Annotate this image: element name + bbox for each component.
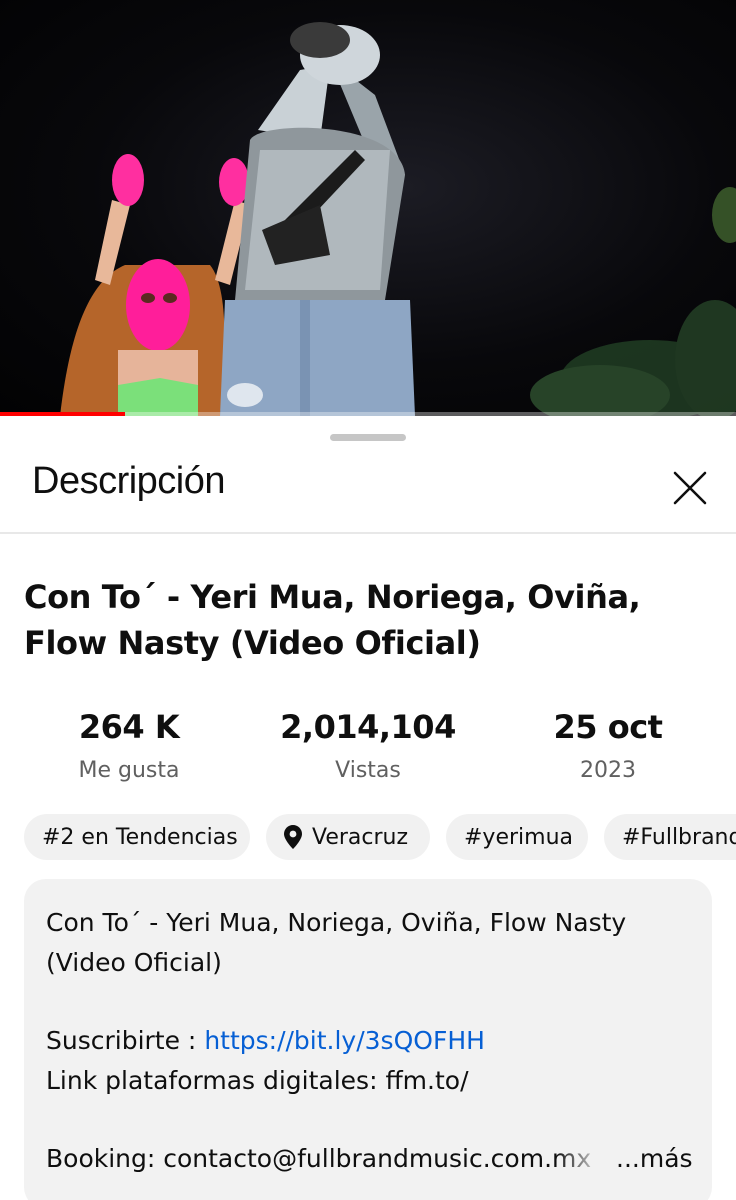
- subscribe-link[interactable]: https://bit.ly/3sQOFHH: [204, 1026, 485, 1055]
- sheet-drag-handle[interactable]: [330, 434, 406, 441]
- location-pin-icon: [284, 825, 302, 849]
- video-player[interactable]: [0, 0, 736, 416]
- video-progress-fill: [0, 412, 126, 416]
- chip-label: #Fullbrand: [622, 824, 736, 850]
- description-box[interactable]: Con To´ - Yeri Mua, Noriega, Oviña, Flow…: [24, 879, 712, 1200]
- description-line-2: (Video Oficial): [46, 948, 222, 977]
- likes-count: 264 K: [78, 708, 180, 746]
- subscribe-line: Suscribirte : https://bit.ly/3sQOFHH: [46, 1021, 690, 1061]
- chip-hashtag-yerimua[interactable]: #yerimua: [446, 814, 588, 860]
- views-count: 2,014,104: [280, 708, 456, 746]
- stat-likes: 264 K Me gusta: [19, 708, 239, 783]
- chip-label: #2 en Tendencias: [42, 824, 238, 850]
- chip-hashtag-fullbrand[interactable]: #Fullbrand: [604, 814, 736, 860]
- stats-row: 264 K Me gusta 2,014,104 Vistas 25 oct 2…: [0, 708, 736, 788]
- close-button[interactable]: [664, 462, 716, 514]
- dancer-right: [220, 22, 415, 416]
- chip-label: #yerimua: [464, 824, 574, 850]
- booking-text: Booking: contacto@fullbrandmusic.com.mx: [46, 1144, 592, 1173]
- sheet-divider: [0, 532, 736, 534]
- chip-label: Veracruz: [312, 824, 409, 850]
- upload-date: 25 oct: [553, 708, 663, 746]
- upload-year: 2023: [580, 758, 636, 783]
- dancer-left: [60, 154, 250, 416]
- description-line-1: Con To´ - Yeri Mua, Noriega, Oviña, Flow…: [46, 908, 627, 937]
- views-label: Vistas: [335, 758, 401, 783]
- platforms-line: Link plataformas digitales: ffm.to/: [46, 1066, 469, 1095]
- video-frame: [60, 22, 736, 416]
- description-sheet: Descripción Con To´ - Yeri Mua, Noriega,…: [0, 418, 736, 1200]
- likes-label: Me gusta: [78, 758, 180, 783]
- video-progress-bar[interactable]: [0, 412, 736, 416]
- more-button[interactable]: ...más: [608, 1139, 693, 1179]
- chip-trending[interactable]: #2 en Tendencias: [24, 814, 250, 860]
- text-fade: [556, 1139, 616, 1179]
- chip-location[interactable]: Veracruz: [266, 814, 430, 860]
- stat-date: 25 oct 2023: [498, 708, 718, 783]
- stat-views: 2,014,104 Vistas: [258, 708, 478, 783]
- close-icon: [673, 471, 707, 505]
- video-title: Con To´ - Yeri Mua, Noriega, Oviña, Flow…: [24, 578, 641, 662]
- sheet-title: Descripción: [32, 460, 226, 502]
- booking-line: Booking: contacto@fullbrandmusic.com.mx …: [46, 1139, 693, 1179]
- subscribe-label: Suscribirte :: [46, 1026, 205, 1055]
